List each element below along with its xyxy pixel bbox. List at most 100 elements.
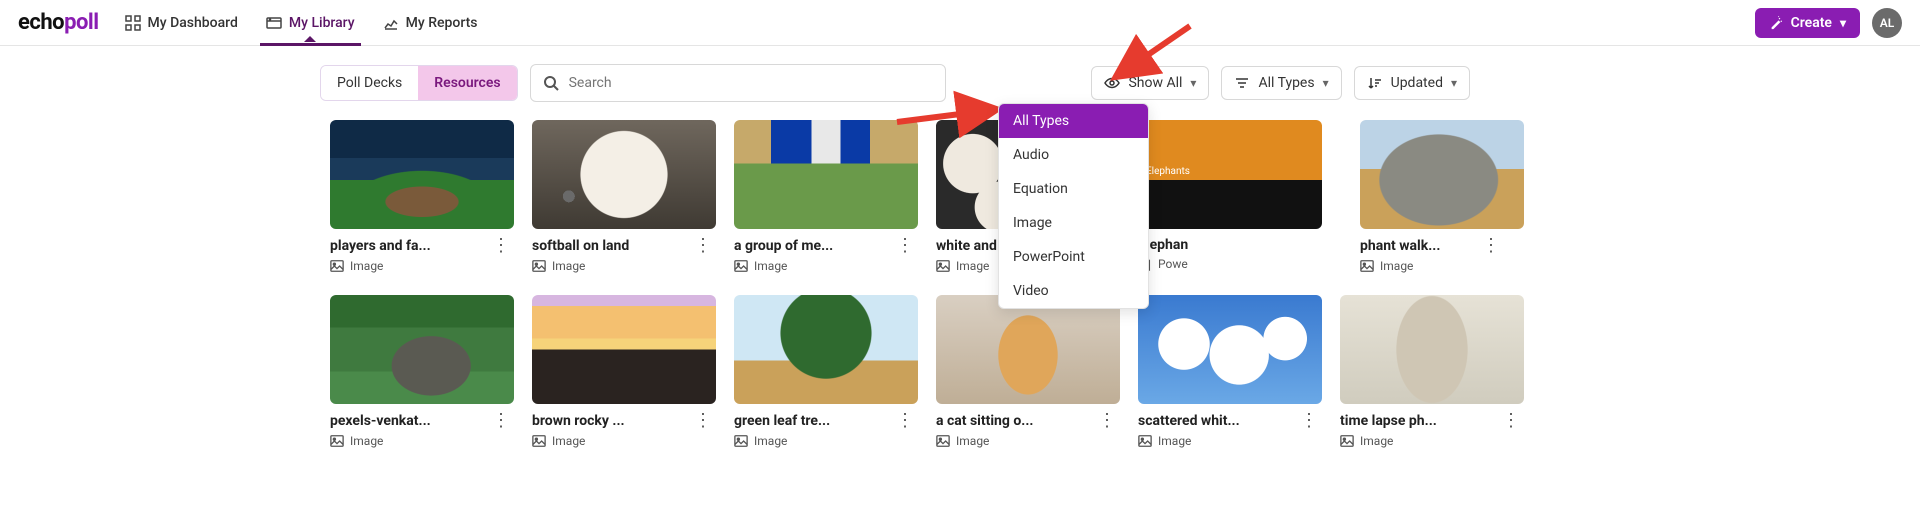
main-nav: My Dashboard My Library My Reports bbox=[125, 0, 478, 45]
image-icon bbox=[936, 434, 950, 448]
image-icon bbox=[1360, 259, 1374, 273]
avatar-initials: AL bbox=[1880, 16, 1895, 30]
card-menu-button[interactable]: ⋮ bbox=[690, 237, 716, 255]
search-input-wrap[interactable] bbox=[530, 64, 946, 102]
resource-card[interactable]: a group of me... ⋮ Image bbox=[734, 120, 918, 273]
resource-card[interactable]: scattered whit... ⋮ Image bbox=[1138, 295, 1322, 448]
card-title: phant walk... bbox=[1360, 238, 1478, 254]
card-menu-button[interactable]: ⋮ bbox=[488, 412, 514, 430]
type-option-powerpoint[interactable]: PowerPoint bbox=[999, 240, 1148, 274]
resource-card[interactable]: time lapse ph... ⋮ Image bbox=[1340, 295, 1524, 448]
nav-label: My Reports bbox=[406, 15, 478, 31]
search-input[interactable] bbox=[569, 75, 933, 91]
sort-label: Updated bbox=[1391, 75, 1443, 91]
thumbnail bbox=[734, 295, 918, 404]
resource-card[interactable]: players and fa... ⋮ Image bbox=[330, 120, 514, 273]
card-menu-button[interactable]: ⋮ bbox=[488, 237, 514, 255]
image-icon bbox=[936, 259, 950, 273]
slide-text: Elephants bbox=[1146, 166, 1190, 177]
tab-resources[interactable]: Resources bbox=[418, 66, 516, 100]
nav-my-dashboard[interactable]: My Dashboard bbox=[125, 0, 238, 45]
image-icon bbox=[330, 434, 344, 448]
card-menu-button[interactable]: ⋮ bbox=[1498, 412, 1524, 430]
avatar[interactable]: AL bbox=[1872, 8, 1902, 38]
logo-part1: echo bbox=[18, 10, 64, 35]
card-type: Image bbox=[1380, 259, 1413, 273]
card-title: a group of me... bbox=[734, 238, 892, 254]
topbar: echopoll My Dashboard My Library My Repo… bbox=[0, 0, 1920, 46]
nav-label: My Library bbox=[289, 15, 355, 31]
reports-icon bbox=[383, 15, 399, 31]
chevron-down-icon: ▾ bbox=[1840, 16, 1846, 30]
card-menu-button[interactable]: ⋮ bbox=[1094, 412, 1120, 430]
type-option-equation[interactable]: Equation bbox=[999, 172, 1148, 206]
nav-my-library[interactable]: My Library bbox=[266, 0, 355, 45]
nav-label: My Dashboard bbox=[148, 15, 238, 31]
chevron-down-icon: ▾ bbox=[1323, 76, 1329, 90]
filter-all-types[interactable]: All Types ▾ bbox=[1221, 66, 1341, 100]
library-icon bbox=[266, 15, 282, 31]
library-toolbar: Poll Decks Resources Show All ▾ All Type… bbox=[320, 46, 1470, 116]
card-type: Image bbox=[1158, 434, 1191, 448]
all-types-dropdown: All Types Audio Equation Image PowerPoin… bbox=[998, 103, 1149, 309]
filter-label: Show All bbox=[1128, 75, 1182, 91]
card-title: a cat sitting o... bbox=[936, 413, 1094, 429]
card-title: scattered whit... bbox=[1138, 413, 1296, 429]
card-type: Powe bbox=[1158, 257, 1188, 271]
filter-show-all[interactable]: Show All ▾ bbox=[1091, 66, 1209, 100]
thumbnail bbox=[1360, 120, 1524, 229]
resource-card[interactable]: phant walk... ⋮ Image bbox=[1340, 120, 1504, 273]
nav-my-reports[interactable]: My Reports bbox=[383, 0, 478, 45]
card-type: Image bbox=[350, 434, 383, 448]
resource-card[interactable]: softball on land ⋮ Image bbox=[532, 120, 716, 273]
resource-card[interactable]: Elephants Elephan Powe bbox=[1138, 120, 1322, 273]
card-type: Image bbox=[754, 434, 787, 448]
resource-card[interactable]: green leaf tre... ⋮ Image bbox=[734, 295, 918, 448]
thumbnail bbox=[1138, 295, 1322, 404]
filter-label: All Types bbox=[1258, 75, 1314, 91]
thumbnail bbox=[936, 295, 1120, 404]
card-type: Image bbox=[754, 259, 787, 273]
type-option-audio[interactable]: Audio bbox=[999, 138, 1148, 172]
magic-wand-icon bbox=[1769, 16, 1783, 30]
type-option-image[interactable]: Image bbox=[999, 206, 1148, 240]
filter-icon bbox=[1234, 75, 1250, 91]
image-icon bbox=[734, 434, 748, 448]
type-option-all[interactable]: All Types bbox=[999, 104, 1148, 138]
resource-card[interactable]: a cat sitting o... ⋮ Image bbox=[936, 295, 1120, 448]
chevron-down-icon: ▾ bbox=[1451, 76, 1457, 90]
sort-updated[interactable]: Updated ▾ bbox=[1354, 66, 1470, 100]
thumbnail bbox=[532, 120, 716, 229]
image-icon bbox=[734, 259, 748, 273]
sort-icon bbox=[1367, 75, 1383, 91]
image-icon bbox=[1340, 434, 1354, 448]
card-menu-button[interactable]: ⋮ bbox=[1478, 237, 1504, 255]
card-menu-button[interactable]: ⋮ bbox=[892, 412, 918, 430]
image-icon bbox=[532, 434, 546, 448]
create-label: Create bbox=[1791, 15, 1832, 31]
resource-card[interactable]: pexels-venkat... ⋮ Image bbox=[330, 295, 514, 448]
card-title: softball on land bbox=[532, 238, 690, 254]
tab-poll-decks[interactable]: Poll Decks bbox=[321, 66, 418, 100]
type-option-video[interactable]: Video bbox=[999, 274, 1148, 308]
image-icon bbox=[330, 259, 344, 273]
card-type: Image bbox=[350, 259, 383, 273]
resource-card[interactable]: brown rocky ... ⋮ Image bbox=[532, 295, 716, 448]
logo: echopoll bbox=[18, 10, 99, 35]
card-title: green leaf tre... bbox=[734, 413, 892, 429]
image-icon bbox=[1138, 434, 1152, 448]
chevron-down-icon: ▾ bbox=[1190, 76, 1196, 90]
card-type: Image bbox=[552, 434, 585, 448]
card-menu-button[interactable]: ⋮ bbox=[690, 412, 716, 430]
card-menu-button[interactable]: ⋮ bbox=[1296, 412, 1322, 430]
card-title: Elephan bbox=[1138, 237, 1322, 253]
thumbnail bbox=[330, 295, 514, 404]
card-type: Image bbox=[956, 259, 989, 273]
thumbnail bbox=[532, 295, 716, 404]
create-button[interactable]: Create ▾ bbox=[1755, 8, 1860, 38]
card-title: time lapse ph... bbox=[1340, 413, 1498, 429]
card-menu-button[interactable]: ⋮ bbox=[892, 237, 918, 255]
card-title: pexels-venkat... bbox=[330, 413, 488, 429]
card-type: Image bbox=[1360, 434, 1393, 448]
thumbnail: Elephants bbox=[1138, 120, 1322, 229]
